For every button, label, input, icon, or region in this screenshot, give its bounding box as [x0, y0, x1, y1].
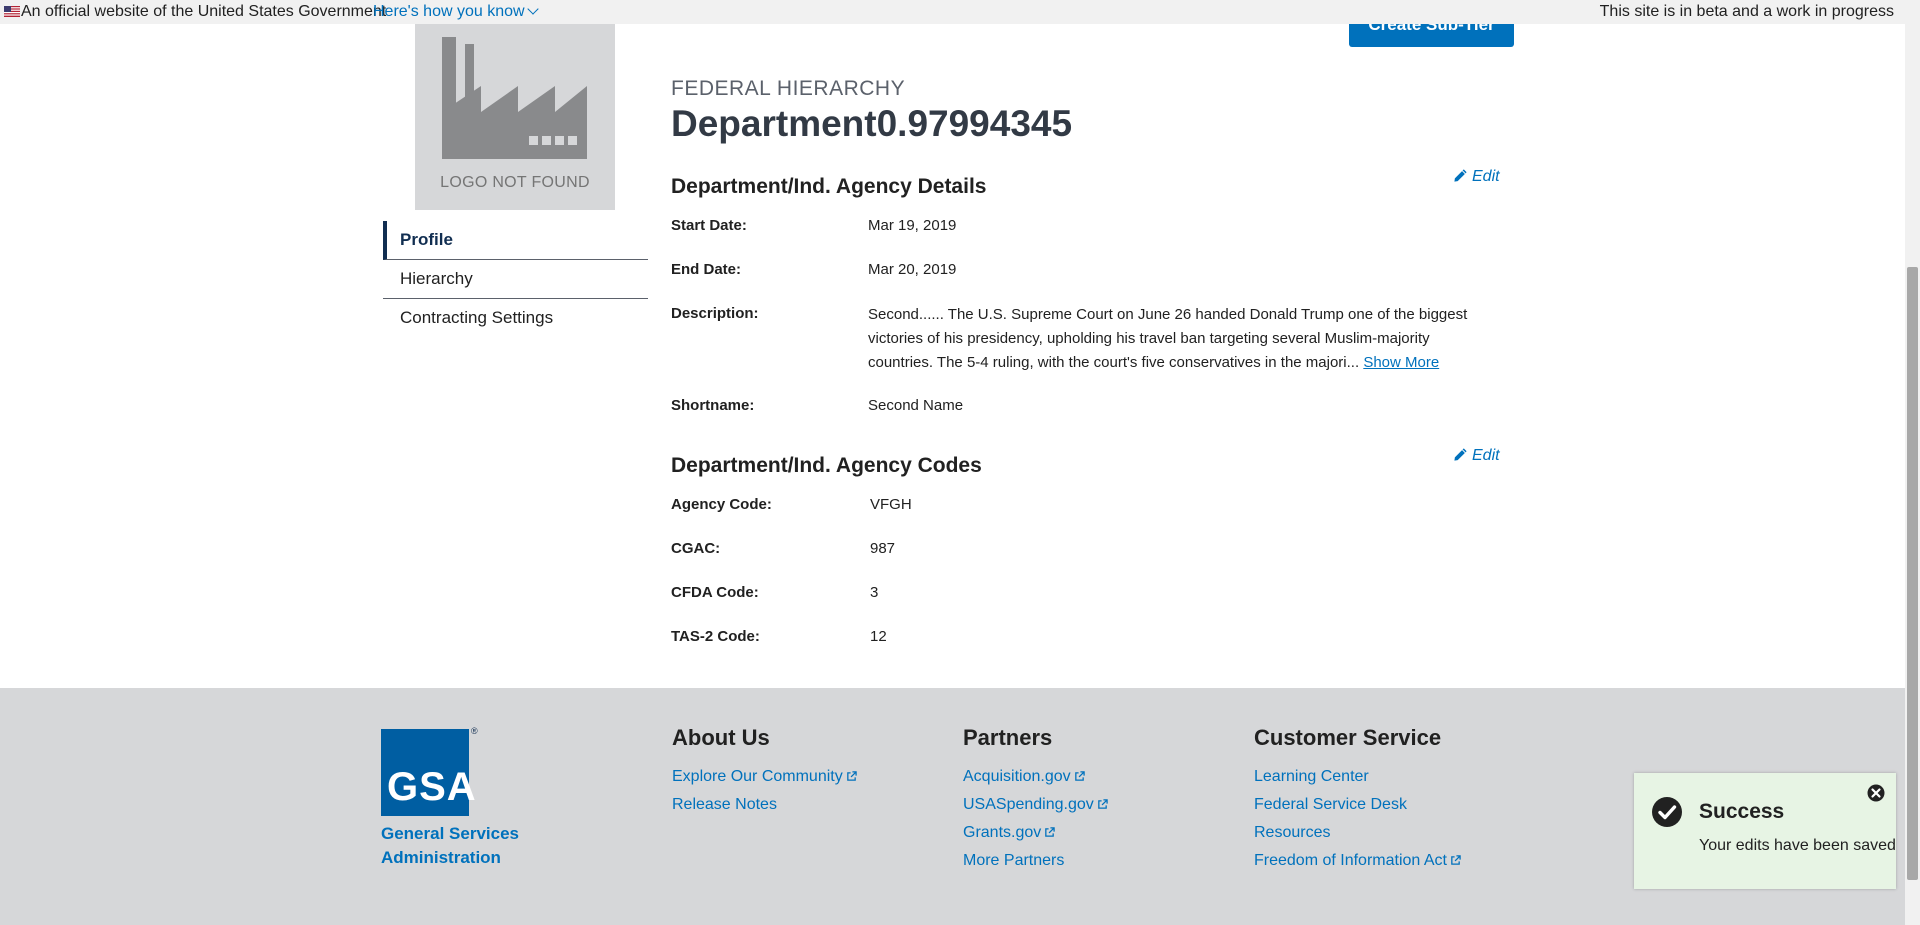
pencil-icon	[1454, 169, 1467, 182]
external-link-icon	[1451, 855, 1461, 865]
footer-about-title: About Us	[672, 725, 770, 750]
footer-partners-title: Partners	[963, 725, 1053, 750]
external-link-icon	[1097, 799, 1108, 809]
toast-title: Success	[1699, 800, 1785, 823]
beta-notice: This site is in beta and a work in progr…	[1599, 3, 1894, 20]
gsa-logo[interactable]: ® GSA	[381, 726, 478, 816]
external-link-icon	[1045, 827, 1055, 837]
success-toast: Success Your edits have been saved	[1634, 773, 1896, 889]
foia-link[interactable]: Freedom of Information Act	[1254, 852, 1461, 869]
explore-community-link[interactable]: Explore Our Community	[672, 768, 857, 785]
description-value: Second...... The U.S. Supreme Court on J…	[868, 303, 1468, 375]
gsa-org-name-line2: Administration	[381, 848, 501, 867]
cgac-value: 987	[870, 540, 896, 557]
checkmark-circle-icon	[1652, 797, 1682, 827]
acquisition-gov-link[interactable]: Acquisition.gov	[963, 768, 1085, 785]
cfda-code-label: CFDA Code:	[671, 584, 759, 601]
page-scrollbar[interactable]	[1905, 0, 1920, 925]
end-date-value: Mar 20, 2019	[868, 261, 957, 278]
resources-link[interactable]: Resources	[1254, 824, 1330, 841]
footer-service-title: Customer Service	[1254, 725, 1442, 750]
close-icon[interactable]	[1867, 784, 1885, 802]
gsa-logo-letters: GSA	[387, 765, 477, 809]
start-date-value: Mar 19, 2019	[868, 217, 957, 234]
more-partners-link[interactable]: More Partners	[963, 852, 1064, 869]
edit-codes-link[interactable]: Edit	[1453, 447, 1500, 465]
toast-message: Your edits have been saved	[1699, 837, 1896, 854]
factory-icon	[442, 37, 587, 159]
details-section-title: Department/Ind. Agency Details	[671, 175, 987, 198]
sidenav-item-contracting-settings[interactable]: Contracting Settings	[383, 299, 648, 338]
side-nav: Profile Hierarchy Contracting Settings	[383, 221, 648, 338]
usaspending-gov-link[interactable]: USASpending.gov	[963, 796, 1108, 813]
agency-code-label: Agency Code:	[671, 496, 772, 513]
gsa-org-name-line1: General Services	[381, 824, 519, 843]
end-date-label: End Date:	[671, 261, 742, 278]
page-title: Department0.97994345	[671, 103, 1073, 144]
release-notes-link[interactable]: Release Notes	[672, 796, 777, 813]
edit-details-link[interactable]: Edit	[1453, 168, 1500, 186]
external-link-icon	[1074, 771, 1085, 781]
external-link-icon	[846, 771, 857, 781]
site-footer	[0, 688, 1905, 925]
learning-center-link[interactable]: Learning Center	[1254, 768, 1369, 785]
logo-not-found-text: LOGO NOT FOUND	[440, 174, 590, 191]
shortname-label: Shortname:	[671, 397, 755, 414]
official-site-text: An official website of the United States…	[21, 3, 387, 20]
page-eyebrow: FEDERAL HIERARCHY	[671, 77, 906, 100]
pencil-icon	[1454, 448, 1467, 461]
grants-gov-link[interactable]: Grants.gov	[963, 824, 1055, 841]
agency-logo-placeholder: LOGO NOT FOUND	[415, 24, 615, 210]
shortname-value: Second Name	[868, 397, 964, 414]
how-you-know-link[interactable]: Here's how you know	[373, 0, 539, 24]
agency-code-value: VFGH	[870, 496, 912, 513]
footer-partners-links: Acquisition.gov USASpending.gov Grants.g…	[963, 763, 1108, 875]
cgac-label: CGAC:	[671, 540, 721, 557]
tas2-code-value: 12	[870, 628, 887, 645]
cfda-code-value: 3	[870, 584, 879, 601]
footer-service-links: Learning Center Federal Service Desk Res…	[1254, 763, 1461, 875]
start-date-label: Start Date:	[671, 217, 747, 234]
gsa-org-name[interactable]: General Services Administration	[381, 822, 519, 870]
codes-section-title: Department/Ind. Agency Codes	[671, 454, 982, 477]
gov-banner: An official website of the United States…	[0, 0, 1905, 24]
chevron-down-icon	[526, 3, 539, 15]
registered-mark-icon: ®	[471, 726, 478, 736]
federal-service-desk-link[interactable]: Federal Service Desk	[1254, 796, 1407, 813]
footer-about-links: Explore Our Community Release Notes	[672, 763, 857, 819]
tas2-code-label: TAS-2 Code:	[671, 628, 760, 645]
scrollbar-thumb[interactable]	[1907, 267, 1918, 880]
description-label: Description:	[671, 305, 759, 322]
show-more-link[interactable]: Show More	[1363, 354, 1439, 371]
sidenav-item-hierarchy[interactable]: Hierarchy	[383, 260, 648, 299]
sidenav-item-profile[interactable]: Profile	[383, 221, 648, 260]
us-flag-icon	[4, 6, 20, 17]
